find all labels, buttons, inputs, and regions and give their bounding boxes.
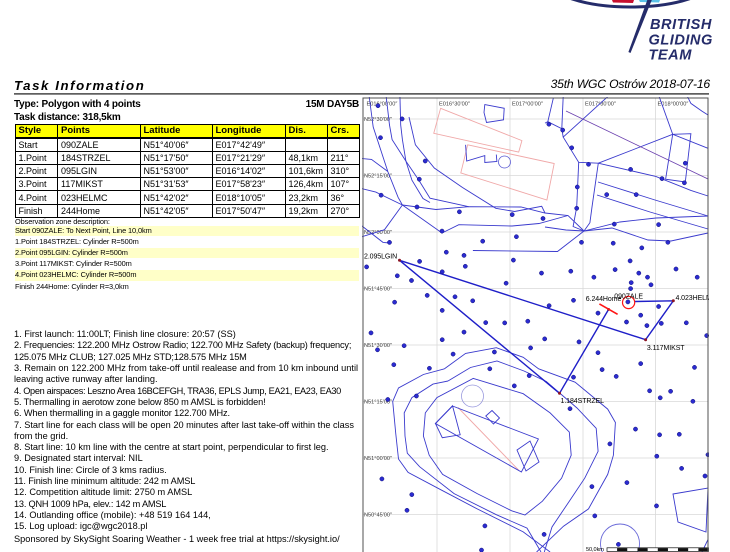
svg-text:GLIDING: GLIDING bbox=[649, 32, 713, 48]
svg-text:090ZALE: 090ZALE bbox=[614, 294, 643, 301]
svg-text:N52°15'00″: N52°15'00″ bbox=[364, 174, 392, 180]
svg-text:E016°30'00″: E016°30'00″ bbox=[439, 102, 470, 108]
svg-text:TEAM: TEAM bbox=[649, 48, 693, 64]
svg-text:1.184STRZEL: 1.184STRZEL bbox=[561, 398, 605, 405]
svg-text:N50°45'00″: N50°45'00″ bbox=[364, 513, 392, 519]
svg-text:4.023HELMC: 4.023HELMC bbox=[676, 295, 710, 302]
svg-text:N51°00'00″: N51°00'00″ bbox=[364, 456, 392, 462]
svg-text:N52°30'00″: N52°30'00″ bbox=[364, 117, 392, 123]
svg-text:BRITISH: BRITISH bbox=[650, 17, 712, 33]
svg-text:2.095LGIN: 2.095LGIN bbox=[364, 254, 397, 261]
svg-text:3.117MIKST: 3.117MIKST bbox=[647, 345, 685, 352]
svg-text:E016°00'00″: E016°00'00″ bbox=[367, 102, 398, 108]
svg-text:E017°00'00″: E017°00'00″ bbox=[512, 102, 543, 108]
svg-text:50,0km: 50,0km bbox=[586, 547, 604, 552]
svg-text:E017°30'00″: E017°30'00″ bbox=[585, 102, 616, 108]
svg-text:N51°45'00″: N51°45'00″ bbox=[364, 287, 392, 293]
